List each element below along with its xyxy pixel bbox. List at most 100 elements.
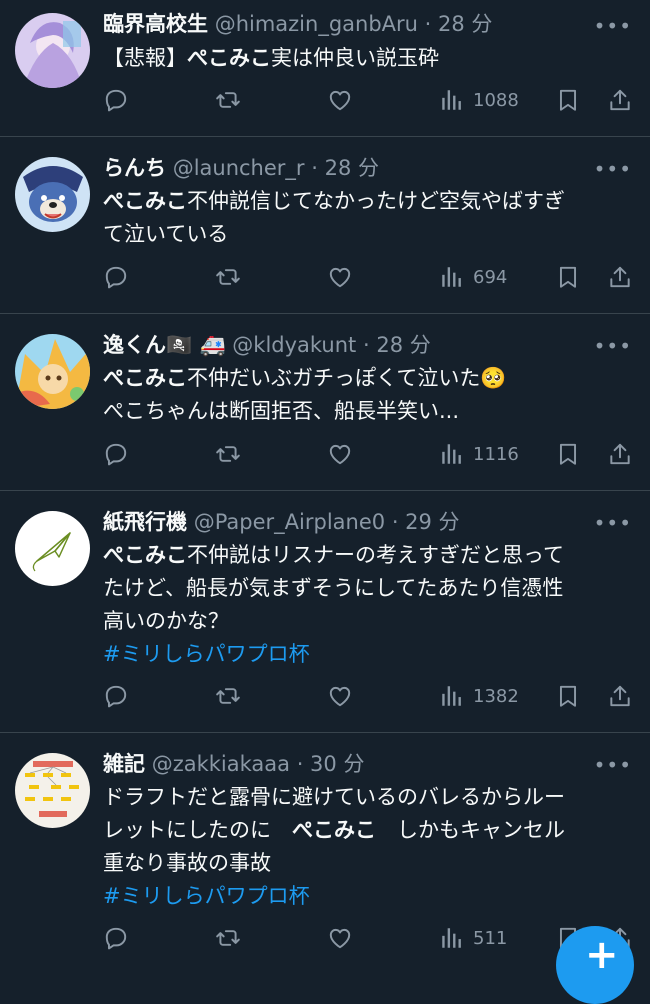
display-name[interactable]: 逸くん🏴‍☠️ 🚑 bbox=[103, 333, 226, 357]
views-icon bbox=[439, 925, 465, 951]
view-count: 511 bbox=[473, 927, 508, 949]
tweet-5[interactable]: 雑記 @zakkiakaaa · 30 分 ••• ドラフトだと露骨に避けている… bbox=[0, 733, 650, 965]
action-bar: 511 bbox=[103, 922, 634, 954]
heart-icon bbox=[327, 925, 353, 951]
views-button[interactable]: 511 bbox=[439, 922, 507, 954]
like-button[interactable] bbox=[327, 922, 353, 954]
bookmark-button[interactable] bbox=[555, 680, 581, 712]
timestamp[interactable]: · 28 分 bbox=[311, 156, 379, 180]
avatar[interactable] bbox=[15, 753, 90, 828]
hashtag-link[interactable]: #ミリしらパワプロ杯 bbox=[103, 638, 630, 671]
user-handle[interactable]: @kldyakunt bbox=[232, 333, 356, 357]
avatar[interactable] bbox=[15, 511, 90, 586]
tweet-4[interactable]: 紙飛行機 @Paper_Airplane0 · 29 分 ••• ぺこみこ不仲説… bbox=[0, 491, 650, 733]
tweet-1[interactable]: 臨界高校生 @himazin_ganbAru · 28 分 ••• 【悲報】ぺこ… bbox=[0, 0, 650, 137]
heart-icon bbox=[327, 441, 353, 467]
tweet-text: ドラフトだと露骨に避けているのバレるからルー レットにしたのに ぺこみこ しかも… bbox=[103, 781, 630, 913]
retweet-button[interactable] bbox=[215, 922, 241, 954]
share-icon bbox=[607, 441, 633, 467]
reply-icon bbox=[103, 264, 129, 290]
action-bar: 694 bbox=[103, 261, 634, 293]
reply-button[interactable] bbox=[103, 438, 129, 470]
text-segment: 高いのかな？ bbox=[103, 609, 229, 633]
text-segment: 【悲報】 bbox=[103, 46, 187, 70]
share-button[interactable] bbox=[607, 438, 633, 470]
tweet-header: 逸くん🏴‍☠️ 🚑 @kldyakunt · 28 分 bbox=[103, 331, 590, 359]
reply-button[interactable] bbox=[103, 922, 129, 954]
display-name[interactable]: 雑記 bbox=[103, 752, 145, 776]
retweet-button[interactable] bbox=[215, 84, 241, 116]
more-icon[interactable]: ••• bbox=[594, 753, 632, 777]
timestamp[interactable]: · 28 分 bbox=[425, 12, 493, 36]
avatar[interactable] bbox=[15, 157, 90, 232]
retweet-button[interactable] bbox=[215, 438, 241, 470]
retweet-icon bbox=[215, 925, 241, 951]
like-button[interactable] bbox=[327, 438, 353, 470]
reply-button[interactable] bbox=[103, 84, 129, 116]
reply-icon bbox=[103, 925, 129, 951]
share-button[interactable] bbox=[607, 84, 633, 116]
retweet-button[interactable] bbox=[215, 261, 241, 293]
hashtag-link[interactable]: #ミリしらパワプロ杯 bbox=[103, 880, 630, 913]
tweet-3[interactable]: 逸くん🏴‍☠️ 🚑 @kldyakunt · 28 分 ••• ぺこみこ不仲だい… bbox=[0, 314, 650, 491]
tweet-2[interactable]: らんち @launcher_r · 28 分 ••• ぺこみこ不仲説信じてなかっ… bbox=[0, 137, 650, 314]
reply-icon bbox=[103, 441, 129, 467]
retweet-button[interactable] bbox=[215, 680, 241, 712]
display-name[interactable]: らんち bbox=[103, 156, 166, 180]
avatar[interactable] bbox=[15, 334, 90, 409]
tweet-text: ぺこみこ不仲だいぶガチっぽくて泣いた🥺 ぺこちゃんは断固拒否、船長半笑い... bbox=[103, 362, 630, 428]
timestamp[interactable]: · 29 分 bbox=[392, 510, 460, 534]
heart-icon bbox=[327, 264, 353, 290]
views-button[interactable]: 1088 bbox=[439, 84, 519, 116]
retweet-icon bbox=[215, 683, 241, 709]
bookmark-button[interactable] bbox=[555, 261, 581, 293]
display-name[interactable]: 紙飛行機 bbox=[103, 510, 187, 534]
tweet-line: ドラフトだと露骨に避けているのバレるからルー bbox=[103, 781, 630, 814]
share-icon bbox=[607, 264, 633, 290]
like-button[interactable] bbox=[327, 680, 353, 712]
more-icon[interactable]: ••• bbox=[594, 157, 632, 181]
user-handle[interactable]: @Paper_Airplane0 bbox=[194, 510, 385, 534]
timestamp[interactable]: · 30 分 bbox=[297, 752, 365, 776]
user-handle[interactable]: @zakkiakaaa bbox=[152, 752, 290, 776]
retweet-icon bbox=[215, 87, 241, 113]
text-segment: 不仲説信じてなかったけど空気やばすぎ bbox=[187, 189, 565, 213]
reply-button[interactable] bbox=[103, 261, 129, 293]
tweet-line: ぺこみこ不仲だいぶガチっぽくて泣いた🥺 bbox=[103, 362, 630, 395]
compose-button[interactable]: + bbox=[556, 926, 634, 1004]
bookmark-icon bbox=[555, 441, 581, 467]
more-icon[interactable]: ••• bbox=[594, 14, 632, 38]
tweet-text: 【悲報】ぺこみこ実は仲良い説玉砕 bbox=[103, 42, 630, 75]
like-button[interactable] bbox=[327, 261, 353, 293]
bookmark-button[interactable] bbox=[555, 84, 581, 116]
tweet-line: ぺこちゃんは断固拒否、船長半笑い... bbox=[103, 395, 630, 428]
more-icon[interactable]: ••• bbox=[594, 511, 632, 535]
user-handle[interactable]: @himazin_ganbAru bbox=[215, 12, 418, 36]
tweet-line: 【悲報】ぺこみこ実は仲良い説玉砕 bbox=[103, 42, 630, 75]
views-button[interactable]: 1116 bbox=[439, 438, 519, 470]
text-segment: 実は仲良い説玉砕 bbox=[271, 46, 439, 70]
text-segment-bold: ぺこみこ bbox=[103, 543, 187, 567]
text-segment: 不仲だいぶガチっぽくて泣いた🥺 bbox=[187, 366, 507, 390]
share-button[interactable] bbox=[607, 680, 633, 712]
views-button[interactable]: 694 bbox=[439, 261, 507, 293]
reply-button[interactable] bbox=[103, 680, 129, 712]
more-icon[interactable]: ••• bbox=[594, 334, 632, 358]
share-button[interactable] bbox=[607, 261, 633, 293]
tweet-line: 重なり事故の事故 bbox=[103, 847, 630, 880]
display-name[interactable]: 臨界高校生 bbox=[103, 12, 208, 36]
text-segment: たけど、船長が気まずそうにしてたあたり信憑性 bbox=[103, 576, 564, 600]
text-segment: 不仲説はリスナーの考えすぎだと思って bbox=[187, 543, 564, 567]
tweet-line: 高いのかな？ bbox=[103, 605, 630, 638]
tweet-header: 紙飛行機 @Paper_Airplane0 · 29 分 bbox=[103, 508, 590, 536]
reply-icon bbox=[103, 683, 129, 709]
bookmark-button[interactable] bbox=[555, 438, 581, 470]
tweet-header: らんち @launcher_r · 28 分 bbox=[103, 154, 590, 182]
views-button[interactable]: 1382 bbox=[439, 680, 519, 712]
like-button[interactable] bbox=[327, 84, 353, 116]
text-segment-bold: ぺこみこ bbox=[103, 366, 187, 390]
timestamp[interactable]: · 28 分 bbox=[363, 333, 431, 357]
retweet-icon bbox=[215, 441, 241, 467]
user-handle[interactable]: @launcher_r bbox=[173, 156, 305, 180]
avatar[interactable] bbox=[15, 13, 90, 88]
